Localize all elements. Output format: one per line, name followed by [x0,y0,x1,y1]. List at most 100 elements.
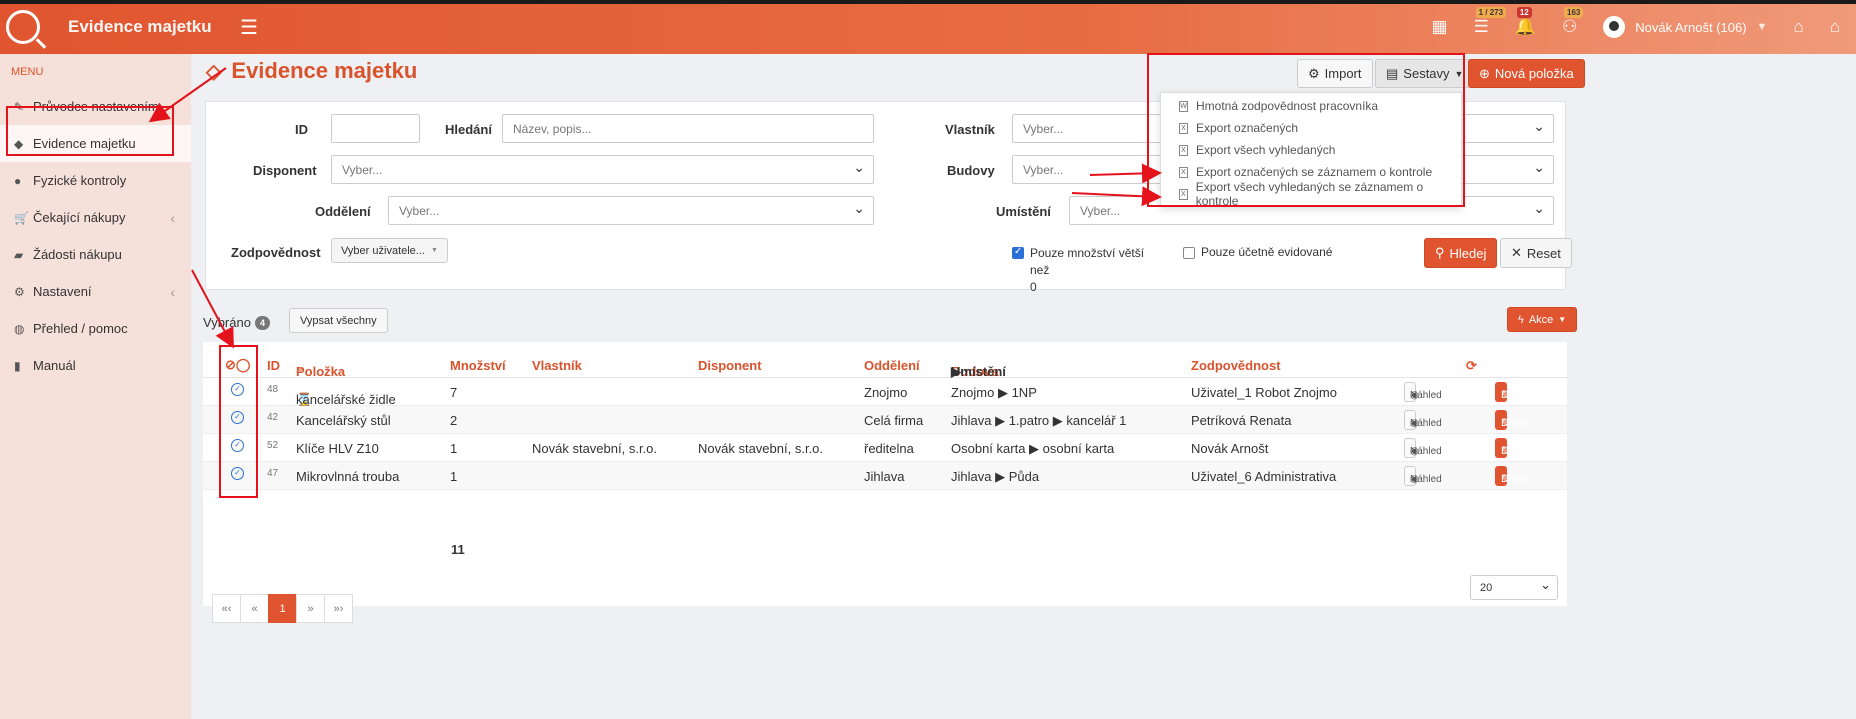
col-owner[interactable]: Vlastník [532,358,582,373]
new-item-label: Nová položka [1494,66,1574,81]
accounting-filter-checkbox[interactable]: Pouze účetně evidované [1183,245,1332,259]
search-button[interactable]: ⚲ Hledej [1424,238,1498,268]
checkbox-unchecked[interactable] [1183,247,1195,259]
gears-icon: ⚙ [14,284,25,299]
preview-button[interactable]: ◉ Náhled [1404,438,1442,458]
assets-table: ⊘◯ ID Položka ▲ Množství Vlastník Dispon… [203,342,1567,623]
sidebar-item-label: Čekající nákupy [33,210,126,225]
sidebar-item-purchases[interactable]: 🛒 Čekající nákupy ‹ [0,199,191,236]
row-id: 52 [267,440,279,451]
actions-button[interactable]: ϟ Akce ▼ [1507,307,1578,332]
check-circle-icon: ● [14,173,22,188]
row-item[interactable]: Mikrovlnná trouba [296,469,399,484]
tasks-icon[interactable]: ☰ 1 / 273 [1474,7,1507,37]
sidebar-item-requests[interactable]: ▰ Žádosti nákupu [0,236,191,273]
top-bar: Evidence majetku ☰ ▦ ☰ 1 / 273 🔔 12 ⚇ 163 N… [0,0,1856,54]
row-responsibility: Novák Arnošt [1191,441,1269,456]
brand[interactable]: Evidence majetku [0,0,226,54]
row-qty: 2 [450,413,458,428]
sidebar-item-manual[interactable]: ▮ Manuál [0,347,191,384]
disponent-select[interactable]: Vyber... [331,155,874,184]
search-input[interactable]: Název, popis... [502,114,874,143]
location-label: Umístění [996,204,1051,219]
row-location: Znojmo ▶ 1NP [951,385,1037,400]
app-title: Evidence majetku [68,17,212,36]
col-id[interactable]: ID [267,358,280,373]
page-next[interactable]: » [296,594,325,623]
plus-circle-icon: ⊕ [1479,65,1490,81]
qty-filter-label: Pouze množství větší než [1030,246,1145,277]
preview-button[interactable]: ◉ Náhled [1404,410,1442,430]
bell-badge: 12 [1516,7,1532,18]
results-section: Vybráno 4 Vypsat všechny ϟ Akce ▼ ⊘◯ ID Po… [203,296,1578,623]
menu-heading: MENU [11,66,44,78]
new-item-button[interactable]: ⊕ Nová položka [1468,59,1585,88]
detail-button[interactable]: ✎ Detail [1495,438,1529,458]
handshake-icon[interactable]: ⚇ 163 [1562,7,1584,37]
home-icon[interactable]: ⌂ [1830,17,1840,37]
user-menu[interactable]: Novák Arnošt (106) ▼ [1603,16,1767,38]
per-page-select[interactable]: 20 [1470,575,1558,600]
reset-button-label: Reset [1526,245,1561,261]
col-qty[interactable]: Množství [450,358,506,373]
row-item-label: kancelářské židle [296,392,396,407]
menu-toggle-icon[interactable]: ☰ [240,15,258,40]
bank-icon[interactable]: ⌂ [1793,17,1803,37]
col-responsibility[interactable]: Zodpovědnost [1191,358,1281,373]
qty-filter-value: 0 [1030,280,1037,294]
qty-filter-checkbox[interactable]: Pouze množství větší než 0 [1012,245,1160,296]
id-label: ID [295,122,308,137]
table-row: ✓ 48 ⌛ kancelářské židle 7 Znojmo Znojmo … [203,378,1567,407]
bell-icon[interactable]: 🔔 12 [1515,7,1536,37]
tasks-badge: 1 / 273 [1475,7,1507,18]
row-item[interactable]: Klíče HLV Z10 [296,441,379,456]
user-picker-value: Vyber uživatele... [341,244,425,257]
accounting-filter-label: Pouze účetně evidované [1201,245,1333,259]
page-current[interactable]: 1 [268,594,297,623]
calendar-icon[interactable]: ▦ [1432,17,1448,37]
col-disponent[interactable]: Disponent [698,358,762,373]
department-select[interactable]: Vyber... [388,196,874,225]
reset-button[interactable]: ✕ Reset [1500,238,1572,268]
user-name: Novák Arnošt (106) [1635,19,1747,35]
responsibility-label: Zodpovědnost [231,245,321,260]
row-qty: 7 [450,385,458,400]
row-responsibility: Uživatel_1 Robot Znojmo [1191,385,1337,400]
sidebar-item-label: Fyzické kontroly [33,173,127,188]
row-item[interactable]: Kancelářský stůl [296,413,391,428]
bolt-icon: ϟ [1518,313,1524,326]
id-input[interactable] [331,114,420,143]
row-id: 47 [267,468,279,479]
sidebar-item-checks[interactable]: ● Fyzické kontroly [0,162,191,199]
list-all-button[interactable]: Vypsat všechny [289,308,388,333]
caret-down-icon: ▼ [430,247,438,254]
preview-button[interactable]: ◉ Náhled [1404,466,1442,486]
page-last[interactable]: »› [324,594,353,623]
page-first[interactable]: «‹ [212,594,241,623]
row-responsibility: Petríková Renata [1191,413,1292,428]
detail-button[interactable]: ✎ Detail [1495,382,1529,402]
preview-button[interactable]: ◉ Náhled [1404,382,1442,402]
department-label: Oddělení [315,204,371,219]
detail-button[interactable]: ✎ Detail [1495,466,1529,486]
page-prev[interactable]: « [240,594,269,623]
caret-down-icon: ▼ [1558,315,1567,324]
selected-count-badge: 4 [254,315,270,330]
owner-label: Vlastník [945,122,995,137]
row-dept: Celá firma [864,413,924,428]
sidebar-item-help[interactable]: ◍ Přehled / pomoc [0,310,191,347]
refresh-icon[interactable]: ⟳ [1466,358,1477,374]
detail-button[interactable]: ✎ Detail [1495,410,1529,430]
sidebar-item-settings[interactable]: ⚙ Nastavení ‹ [0,273,191,310]
sort-asc-icon: ▲ [296,364,305,374]
sidebar-item-label: Přehled / pomoc [33,321,128,336]
user-picker[interactable]: Vyber uživatele... ▼ [331,238,448,263]
row-dept: ředitelna [864,441,914,456]
checkbox-checked[interactable] [1012,246,1024,259]
search-button-label: Hledej [1449,245,1487,261]
row-disponent: Novák stavební, s.r.o. [698,441,824,456]
col-dept[interactable]: Oddělení [864,358,920,373]
row-responsibility: Uživatel_6 Administrativa [1191,469,1337,484]
preview-label: Náhled [1410,418,1442,429]
qty-total: 11 [451,542,465,557]
